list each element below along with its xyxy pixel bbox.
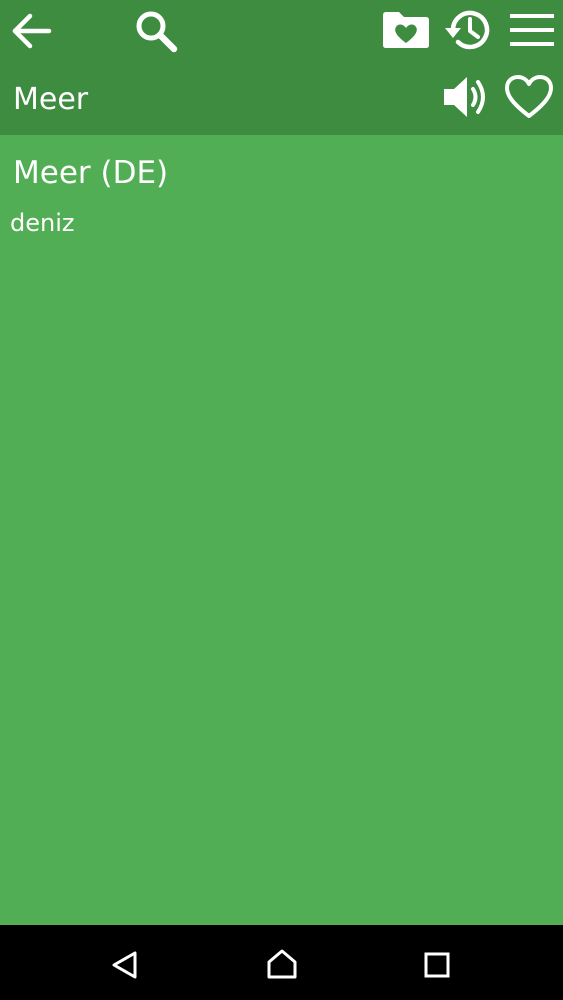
screen: Meer Meer (DE) deniz (0, 0, 563, 1000)
search-icon[interactable] (133, 8, 179, 54)
folder-heart-icon[interactable] (381, 10, 431, 50)
translation-content: Meer (DE) deniz (0, 135, 563, 925)
history-icon[interactable] (443, 6, 493, 54)
system-navigation-bar (0, 925, 563, 1000)
recents-icon[interactable] (423, 951, 453, 981)
home-icon[interactable] (265, 948, 299, 980)
speaker-icon[interactable] (442, 74, 492, 120)
back-triangle-icon[interactable] (110, 950, 140, 980)
favorite-heart-icon[interactable] (504, 74, 554, 120)
entry-translation: deniz (10, 209, 75, 237)
entry-title: Meer (DE) (13, 155, 169, 191)
menu-icon[interactable] (509, 12, 555, 48)
app-toolbar: Meer (0, 0, 563, 135)
word-title: Meer (13, 82, 89, 117)
back-arrow-icon[interactable] (10, 10, 52, 52)
